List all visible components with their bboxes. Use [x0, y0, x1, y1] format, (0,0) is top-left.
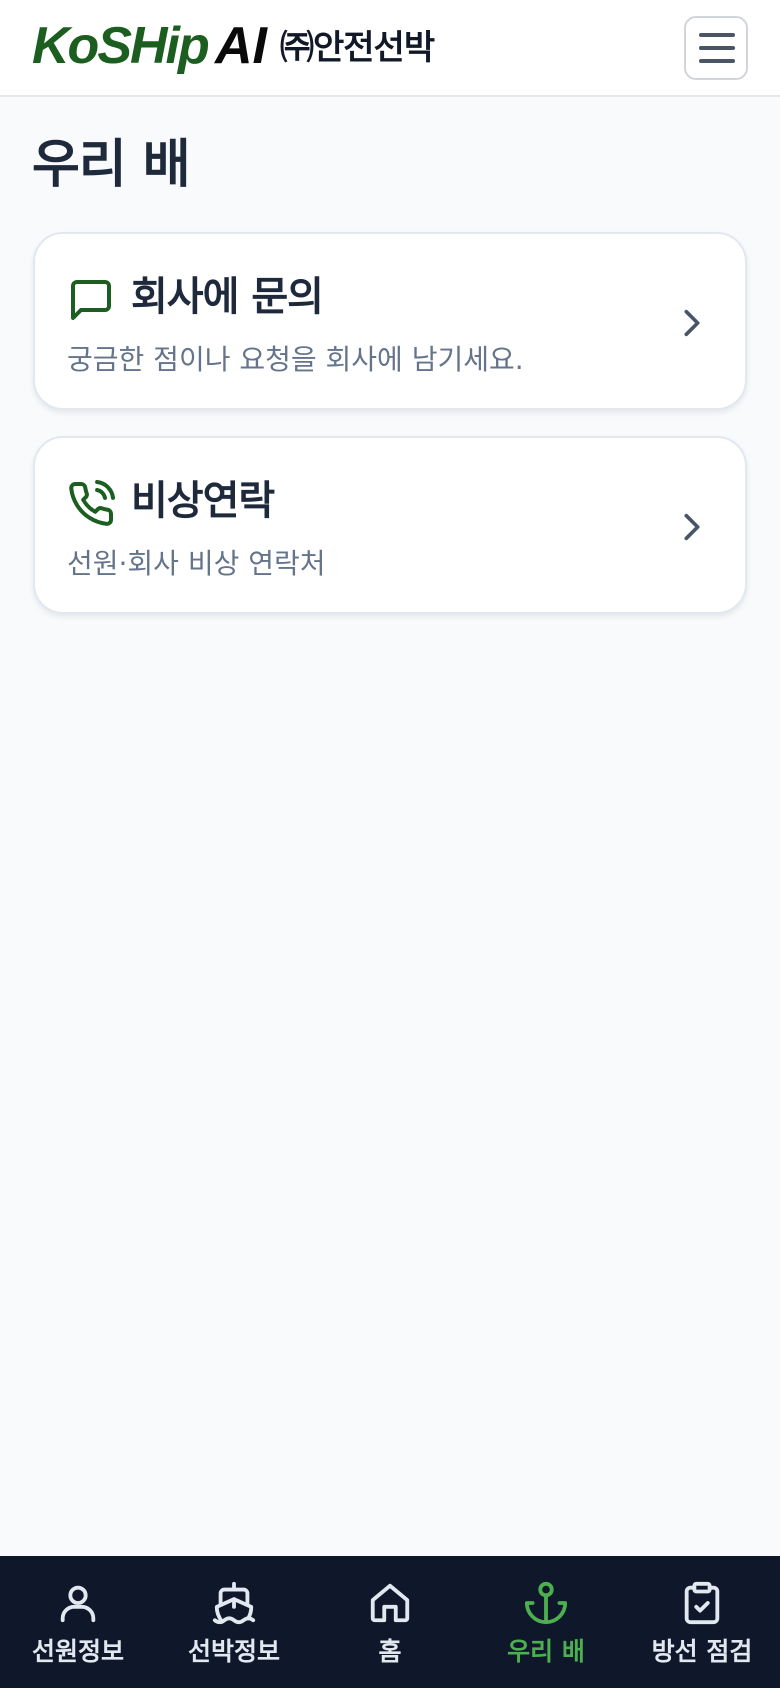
home-icon	[370, 1583, 410, 1623]
phone-call-icon	[69, 480, 115, 526]
company-name: ㈜안전선박	[280, 28, 435, 68]
nav-item-crew-info[interactable]: 선원정보	[0, 1556, 156, 1688]
ship-icon	[212, 1581, 256, 1625]
brand-logo[interactable]: KoSHip	[32, 16, 210, 76]
card-title: 비상연락	[131, 478, 275, 524]
user-icon	[60, 1585, 96, 1623]
card-title: 회사에 문의	[131, 274, 324, 320]
brand-logo-ai: AI	[215, 17, 267, 75]
chevron-right-icon	[684, 309, 700, 337]
card-description: 궁금한 점이나 요청을 회사에 남기세요.	[67, 343, 524, 376]
hamburger-menu-button[interactable]	[684, 16, 748, 80]
clipboard-check-icon	[684, 1581, 720, 1625]
message-square-icon	[71, 280, 111, 320]
hamburger-line	[699, 46, 735, 50]
page-title: 우리 배	[32, 135, 191, 195]
nav-label: 선박정보	[187, 1637, 280, 1666]
chevron-right-icon	[684, 513, 700, 541]
nav-item-inspection[interactable]: 방선 점검	[624, 1556, 780, 1688]
hamburger-line	[699, 59, 735, 63]
hamburger-menu-icon	[699, 33, 735, 37]
card-description: 선원·회사 비상 연락처	[67, 547, 326, 580]
nav-label: 선원정보	[31, 1637, 124, 1666]
emergency-contact-card[interactable]: 비상연락 선원·회사 비상 연락처	[33, 436, 747, 614]
app-header: KoSHip AI ㈜안전선박	[0, 0, 780, 97]
nav-label: 방선 점검	[651, 1637, 753, 1666]
contact-company-card[interactable]: 회사에 문의 궁금한 점이나 요청을 회사에 남기세요.	[33, 232, 747, 410]
nav-item-home[interactable]: 홈	[312, 1556, 468, 1688]
bottom-navigation: 선원정보 선박정보 홈 우리 배 방선 점검	[0, 1556, 780, 1688]
nav-label: 우리 배	[507, 1637, 585, 1666]
anchor-icon	[524, 1581, 568, 1625]
nav-item-our-ship[interactable]: 우리 배	[468, 1556, 624, 1688]
nav-label: 홈	[378, 1637, 402, 1666]
nav-item-ship-info[interactable]: 선박정보	[156, 1556, 312, 1688]
